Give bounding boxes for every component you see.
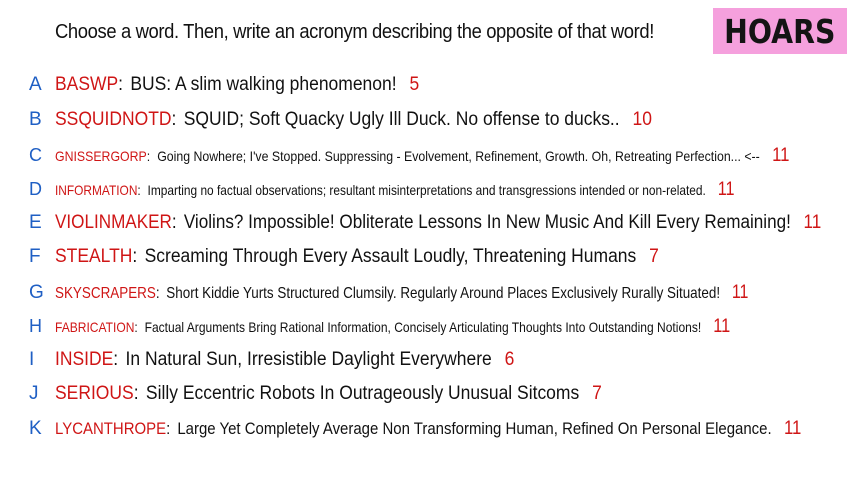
entry-definition: Short Kiddie Yurts Structured Clumsily. …	[166, 285, 721, 302]
entry-letter: J	[29, 383, 39, 404]
entry-score: 11	[783, 418, 802, 439]
entry-score: 7	[649, 246, 659, 267]
entry-letter: E	[29, 212, 42, 233]
entry-letter: I	[29, 349, 35, 370]
entry-word: LYCANTHROPE	[55, 419, 167, 438]
entry-word: SKYSCRAPERS	[55, 285, 156, 302]
entry-score: 11	[731, 282, 749, 303]
entry-word: SERIOUS	[55, 383, 134, 404]
entry-definition: Factual Arguments Bring Rational Informa…	[144, 319, 702, 335]
entry-letter: K	[29, 418, 42, 439]
entry-word: SSQUIDNOTD	[55, 109, 172, 130]
entry-definition: In Natural Sun, Irresistible Daylight Ev…	[125, 349, 492, 370]
entry-score: 11	[772, 145, 790, 166]
entry-letter: B	[29, 109, 42, 130]
entry-definition: Large Yet Completely Average Non Transfo…	[177, 419, 772, 438]
badge-label: HOARS	[724, 11, 836, 51]
entry-word: VIOLINMAKER	[55, 212, 172, 233]
entry-score: 11	[713, 316, 731, 337]
entry-word: FABRICATION	[55, 319, 135, 335]
entry-word: INSIDE	[55, 349, 114, 370]
entry-score: 11	[803, 212, 822, 233]
entry-definition: BUS: A slim walking phenomenon!	[130, 74, 397, 95]
entry-word: BASWP	[55, 74, 119, 95]
entry-score: 7	[592, 383, 602, 404]
entry-letter: H	[29, 316, 42, 336]
entry-letter: D	[29, 179, 42, 199]
entry-definition: Silly Eccentric Robots In Outrageously U…	[145, 383, 580, 404]
entry-letter: C	[29, 145, 42, 165]
entry-word: INFORMATION	[55, 182, 138, 198]
entry-score: 10	[632, 109, 652, 130]
entry-word: GNISSERGORP	[55, 148, 147, 164]
entry-definition: Screaming Through Every Assault Loudly, …	[144, 246, 637, 267]
entry-score: 5	[409, 74, 420, 95]
entry-letter: G	[29, 282, 44, 303]
entry-letter: A	[29, 74, 42, 95]
entry-word: STEALTH	[55, 246, 133, 267]
entry-definition: Going Nowhere; I've Stopped. Suppressing…	[157, 148, 760, 164]
entry-letter: F	[29, 246, 41, 267]
entry-definition: SQUID; Soft Quacky Ugly Ill Duck. No off…	[183, 109, 620, 130]
entry-definition: Imparting no factual observations; resul…	[147, 182, 706, 198]
entry-score: 11	[717, 179, 735, 200]
entry-definition: Violins? Impossible! Obliterate Lessons …	[183, 212, 791, 233]
prompt-text: Choose a word. Then, write an acronym de…	[55, 21, 655, 43]
hoars-badge: HOARS	[713, 8, 847, 54]
entry-score: 6	[504, 349, 515, 370]
